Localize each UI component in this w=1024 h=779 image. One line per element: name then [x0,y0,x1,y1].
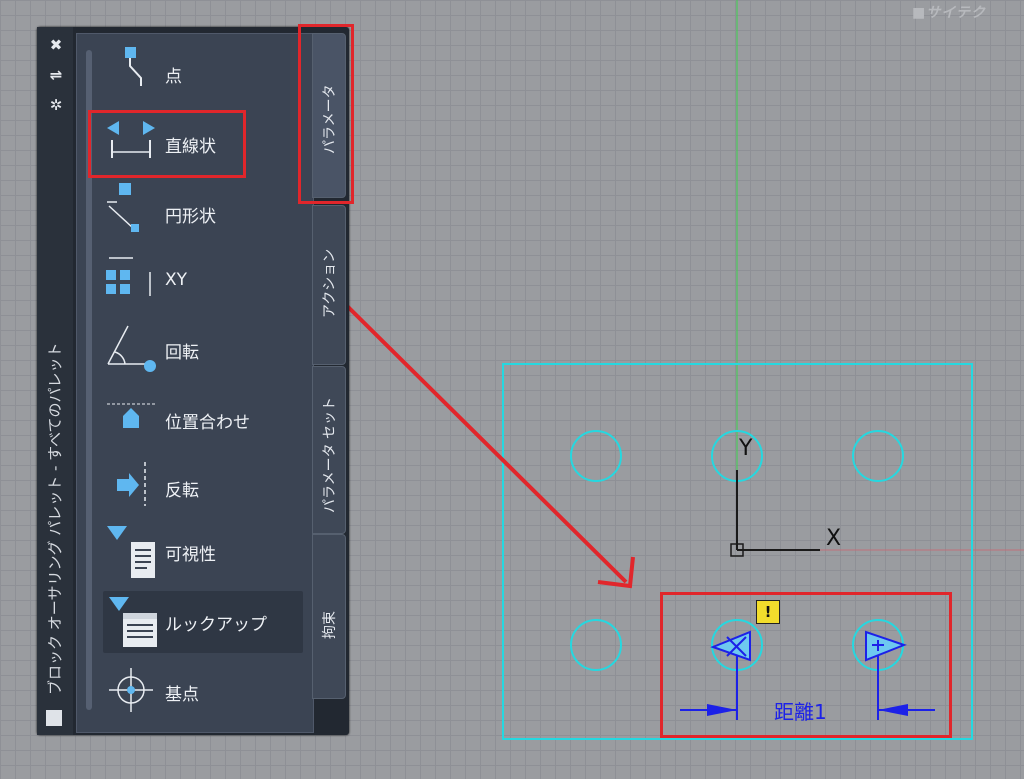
tab-actions[interactable]: アクション [312,205,346,365]
tool-label: 回転 [165,343,199,363]
tool-polar[interactable]: 円形状 [103,180,303,240]
flip-parameter-icon [117,462,146,506]
palette-title: ブロック オーサリング パレット - すべてのパレット [46,342,64,695]
tool-rotation[interactable]: 回転 [103,316,303,376]
tool-label: 基点 [165,685,199,705]
tool-label: 可視性 [165,545,216,565]
tool-alignment[interactable]: 位置合わせ [103,386,303,446]
rotation-parameter-icon [107,325,156,372]
tab-label: 拘束 [322,611,338,639]
hole-circle [852,430,904,482]
tool-label: 位置合わせ [165,413,250,433]
tab-parameter-sets[interactable]: パラメータ セット [312,366,346,534]
hole-circle [570,619,622,671]
tool-label: XY [165,270,188,290]
tool-label: 反転 [165,481,199,501]
polar-parameter-icon [107,183,139,232]
palette-menu-icon[interactable] [46,710,62,726]
point-parameter-icon [125,47,142,86]
tool-visibility[interactable]: 可視性 [103,522,303,582]
properties-gear-icon[interactable]: ✲ [46,96,66,114]
tool-flip[interactable]: 反転 [103,454,303,514]
highlight-linear-tool [88,110,246,178]
hole-circle [570,430,622,482]
tool-label: 円形状 [165,207,216,227]
tool-base-point[interactable]: 基点 [103,660,303,720]
base-point-parameter-icon [109,668,153,712]
lookup-parameter-icon [109,597,157,647]
close-icon[interactable]: ✖ [46,36,66,54]
tool-label: 点 [165,67,182,87]
autohide-icon[interactable]: ⇌ [46,66,66,84]
tab-constraints[interactable]: 拘束 [312,534,346,699]
tool-point[interactable]: 点 [103,42,303,102]
tab-label: パラメータ セット [322,396,338,513]
tab-label: アクション [322,248,338,318]
tool-label: ルックアップ [165,615,267,635]
ucs-x-label: X [826,526,842,551]
visibility-parameter-icon [107,526,155,578]
highlight-linear-parameter [660,592,952,738]
alignment-parameter-icon [107,403,157,428]
ucs-y-label: Y [739,436,753,461]
highlight-parameters-tab [298,24,354,204]
xy-parameter-icon [106,257,151,296]
tool-lookup[interactable]: ルックアップ [103,591,303,653]
tool-xy[interactable]: XY [103,248,303,308]
